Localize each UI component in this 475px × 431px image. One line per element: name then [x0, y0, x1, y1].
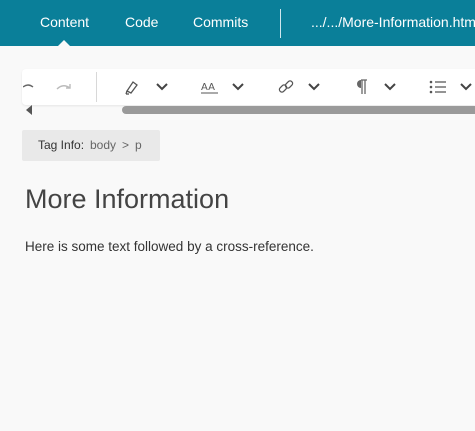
paragraph-icon[interactable] — [350, 69, 374, 105]
tab-code[interactable]: Code — [125, 0, 158, 46]
highlighter-icon[interactable] — [120, 69, 144, 105]
top-navigation-bar: Content Code Commits .../.../More-Inform… — [0, 0, 475, 47]
editor-toolbar: AA — [22, 69, 475, 105]
bulleted-list-icon[interactable] — [426, 69, 450, 105]
horizontal-scrollbar-thumb[interactable] — [122, 106, 475, 114]
tab-commits[interactable]: Commits — [193, 0, 248, 46]
chevron-down-icon[interactable] — [382, 69, 398, 105]
chevron-down-icon[interactable] — [458, 69, 474, 105]
toolbar-separator — [96, 72, 97, 102]
chevron-down-icon[interactable] — [230, 69, 246, 105]
tag-path-body[interactable]: body — [90, 130, 116, 161]
svg-text:AA: AA — [201, 82, 215, 93]
font-size-icon[interactable]: AA — [198, 69, 222, 105]
chevron-down-icon[interactable] — [154, 69, 170, 105]
redo-icon[interactable] — [52, 69, 76, 105]
document-heading[interactable]: More Information — [25, 184, 229, 215]
file-path-breadcrumb[interactable]: .../.../More-Information.htm — [311, 0, 475, 46]
active-tab-indicator — [57, 40, 71, 47]
tag-info-bar: Tag Info: body > p — [22, 130, 160, 161]
document-paragraph[interactable]: Here is some text followed by a cross-re… — [25, 239, 314, 254]
scroll-left-arrow[interactable] — [26, 105, 32, 115]
nav-divider — [280, 9, 281, 38]
tag-path-p[interactable]: p — [135, 130, 142, 161]
tag-path-separator: > — [122, 138, 130, 152]
undo-icon[interactable] — [22, 69, 36, 105]
chevron-down-icon[interactable] — [306, 69, 322, 105]
link-icon[interactable] — [274, 69, 298, 105]
tag-info-label: Tag Info: — [38, 138, 85, 152]
